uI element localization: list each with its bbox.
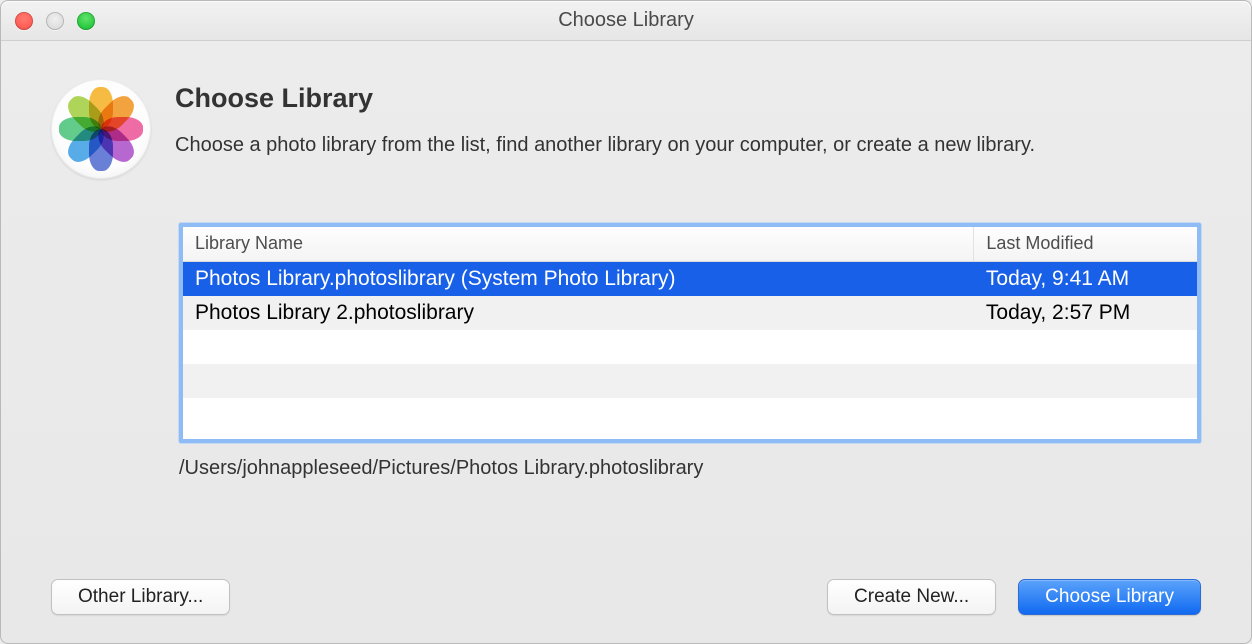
create-new-button[interactable]: Create New... xyxy=(827,579,996,615)
close-window-button[interactable] xyxy=(15,12,33,30)
zoom-window-button[interactable] xyxy=(77,12,95,30)
column-header-name[interactable]: Library Name xyxy=(183,227,974,262)
other-library-button[interactable]: Other Library... xyxy=(51,579,230,615)
table-row[interactable] xyxy=(183,330,1197,364)
titlebar: Choose Library xyxy=(1,1,1251,41)
library-table[interactable]: Library Name Last Modified Photos Librar… xyxy=(179,223,1201,443)
choose-library-window: Choose Library Choose Library Choose a p… xyxy=(0,0,1252,644)
table-row[interactable] xyxy=(183,364,1197,398)
table-row[interactable]: Photos Library.photoslibrary (System Pho… xyxy=(183,262,1197,297)
photos-app-icon xyxy=(51,79,151,179)
last-modified-cell: Today, 2:57 PM xyxy=(974,296,1197,330)
library-table-area: Library Name Last Modified Photos Librar… xyxy=(179,223,1201,480)
header-row: Choose Library Choose a photo library fr… xyxy=(51,79,1201,179)
traffic-lights xyxy=(15,12,95,30)
dialog-description: Choose a photo library from the list, fi… xyxy=(175,134,1035,157)
choose-library-button[interactable]: Choose Library xyxy=(1018,579,1201,615)
last-modified-cell: Today, 9:41 AM xyxy=(974,262,1197,297)
library-name-cell: Photos Library 2.photoslibrary xyxy=(183,296,974,330)
dialog-heading: Choose Library xyxy=(175,83,1035,114)
column-header-modified[interactable]: Last Modified xyxy=(974,227,1197,262)
minimize-window-button[interactable] xyxy=(46,12,64,30)
library-name-cell: Photos Library.photoslibrary (System Pho… xyxy=(183,262,974,297)
window-title: Choose Library xyxy=(1,9,1251,32)
header-text: Choose Library Choose a photo library fr… xyxy=(175,79,1035,179)
selected-library-path: /Users/johnappleseed/Pictures/Photos Lib… xyxy=(179,457,1201,480)
content-area: Choose Library Choose a photo library fr… xyxy=(1,41,1251,643)
footer: Other Library... Create New... Choose Li… xyxy=(51,579,1201,615)
table-row[interactable]: Photos Library 2.photoslibraryToday, 2:5… xyxy=(183,296,1197,330)
